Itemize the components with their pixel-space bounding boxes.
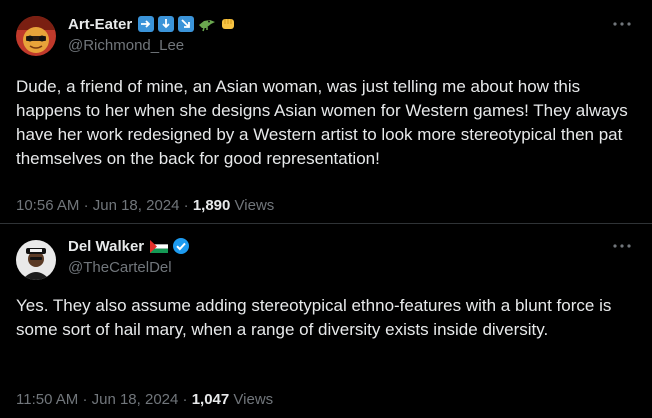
post-date[interactable]: Jun 18, 2024 xyxy=(93,197,180,214)
palestine-flag-emoji xyxy=(150,239,169,253)
author-name-row[interactable]: Del Walker xyxy=(68,236,190,256)
crocodile-emoji xyxy=(198,16,216,32)
meta-separator: · xyxy=(182,391,188,408)
views-count[interactable]: 1,890 xyxy=(193,197,231,214)
more-options-icon[interactable] xyxy=(610,236,634,256)
post-meta: 10:56 AM · Jun 18, 2024 · 1,890 Views xyxy=(16,197,274,214)
post-time[interactable]: 11:50 AM xyxy=(16,391,78,408)
more-options-icon[interactable] xyxy=(610,14,634,34)
display-name[interactable]: Art-Eater xyxy=(68,16,132,33)
post-art-eater[interactable]: Art-Eater @Richmond_Lee Dude, a friend o… xyxy=(0,0,652,224)
post-del-walker[interactable]: Del Walker @TheCartelDel Yes. They also … xyxy=(0,223,652,418)
verified-badge-icon[interactable] xyxy=(172,237,190,255)
post-date[interactable]: Jun 18, 2024 xyxy=(92,391,179,408)
meta-separator: · xyxy=(83,197,89,214)
post-text: Yes. They also assume adding stereotypic… xyxy=(16,296,612,339)
views-label: Views xyxy=(233,391,274,408)
right-arrow-emoji xyxy=(138,16,155,32)
down-right-arrow-emoji xyxy=(178,16,195,32)
author-name-row[interactable]: Art-Eater xyxy=(68,14,236,34)
views-label: Views xyxy=(234,197,275,214)
author-handle[interactable]: @Richmond_Lee xyxy=(68,37,184,54)
display-name[interactable]: Del Walker xyxy=(68,238,144,255)
post-meta: 11:50 AM · Jun 18, 2024 · 1,047 Views xyxy=(16,391,273,408)
author-handle[interactable]: @TheCartelDel xyxy=(68,259,172,276)
post-time[interactable]: 10:56 AM xyxy=(16,197,79,214)
avatar[interactable] xyxy=(16,16,56,56)
meta-separator: · xyxy=(183,197,189,214)
post-text: Dude, a friend of mine, an Asian woman, … xyxy=(16,77,628,168)
meta-separator: · xyxy=(82,391,88,408)
fist-emoji xyxy=(220,16,236,32)
avatar[interactable] xyxy=(16,240,56,280)
down-arrow-emoji xyxy=(158,16,175,32)
views-count[interactable]: 1,047 xyxy=(192,391,230,408)
